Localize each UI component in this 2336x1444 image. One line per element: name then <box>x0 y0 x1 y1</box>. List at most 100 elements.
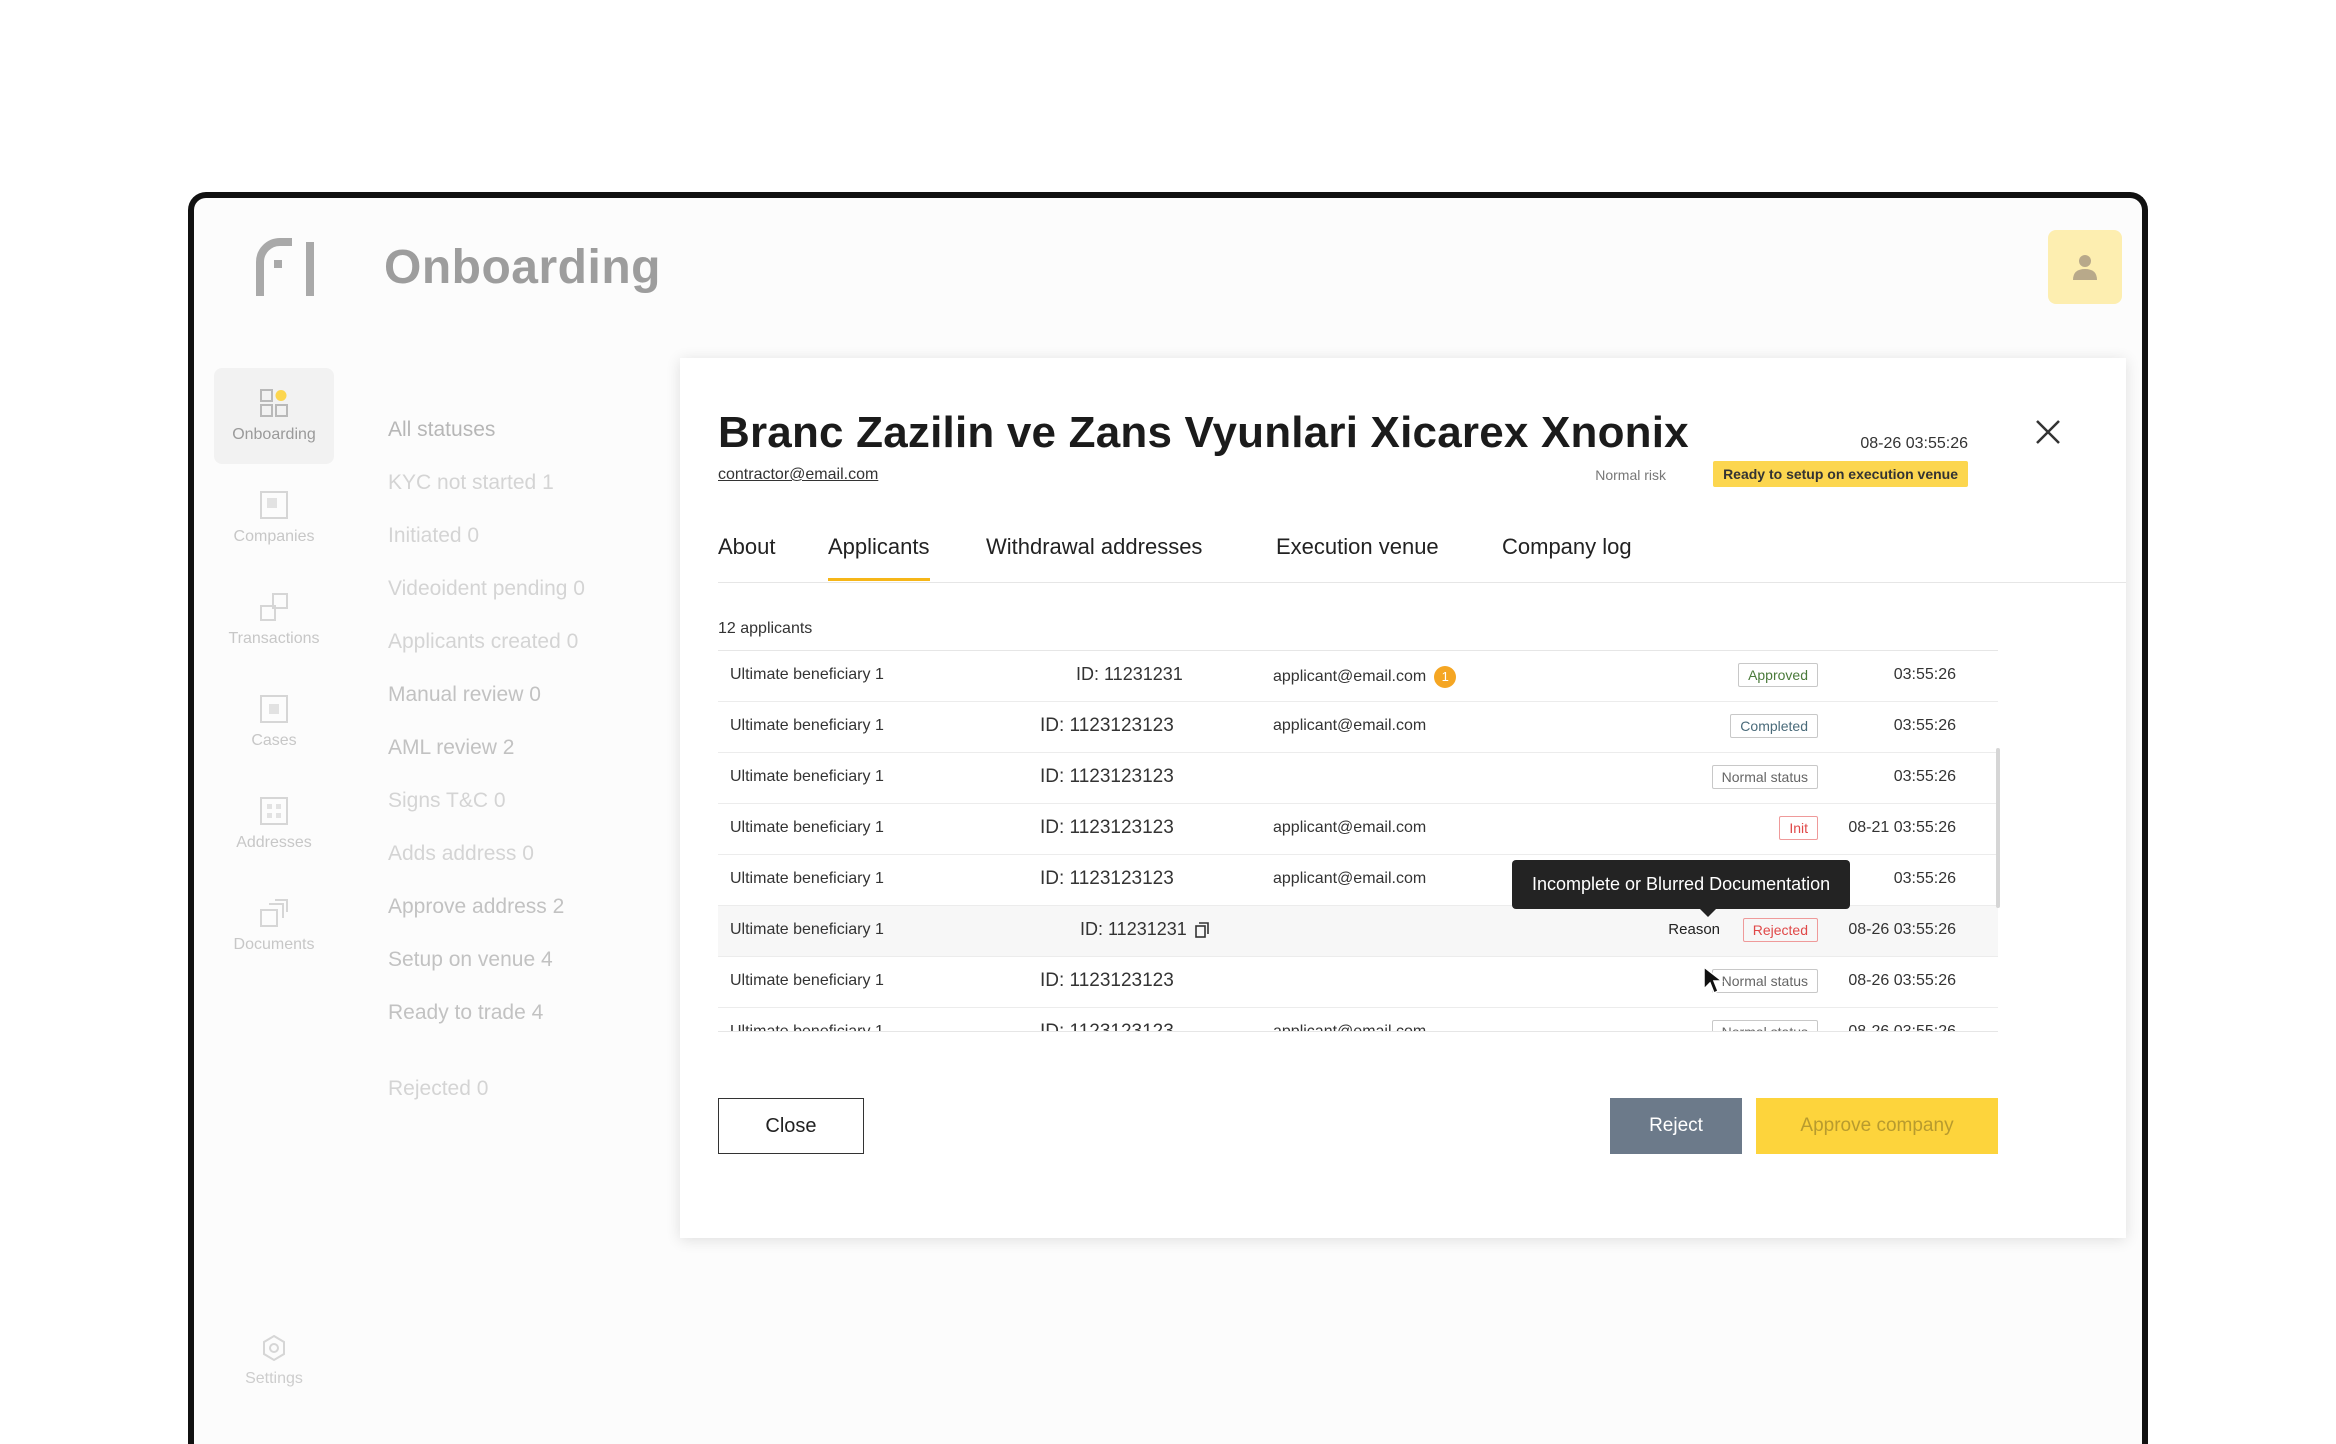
applicant-id: ID: 1123123123 <box>1040 817 1174 838</box>
onboarding-icon <box>260 389 288 417</box>
applicant-name: Ultimate beneficiary 1 <box>730 666 884 683</box>
table-row[interactable]: Ultimate beneficiary 1 ID: 11231231 Reas… <box>718 906 1998 957</box>
applicant-email: applicant@email.com 1 <box>1273 666 1457 688</box>
sidebar-nav: Onboarding Companies Transactions Cases <box>214 368 344 980</box>
nav-item-settings[interactable]: Settings <box>214 1334 334 1388</box>
nav-label: Transactions <box>228 630 320 647</box>
applicant-email: applicant@email.com <box>1273 1023 1427 1032</box>
applicant-name: Ultimate beneficiary 1 <box>730 870 884 887</box>
nav-item-companies[interactable]: Companies <box>214 470 334 566</box>
gear-icon <box>263 1334 285 1362</box>
status-badge: Rejected <box>1742 918 1818 942</box>
contractor-email-link[interactable]: contractor@email.com <box>718 466 878 484</box>
nav-label: Documents <box>233 936 315 953</box>
tab-company-log[interactable]: Company log <box>1502 534 1632 578</box>
app-title: Onboarding <box>384 241 661 294</box>
close-icon[interactable] <box>2032 416 2064 448</box>
risk-level: Normal risk <box>1595 467 1666 483</box>
tab-about[interactable]: About <box>718 534 776 578</box>
status-filter-item[interactable]: Approve address 2 <box>388 895 648 919</box>
tab-applicants[interactable]: Applicants <box>828 534 930 581</box>
status-badge: Normal status <box>1711 969 1818 993</box>
copy-icon[interactable] <box>1194 922 1209 939</box>
row-time: 03:55:26 <box>1893 717 1956 734</box>
applicant-email-text: applicant@email.com <box>1273 668 1427 686</box>
nav-item-cases[interactable]: Cases <box>214 674 334 770</box>
reason-label[interactable]: Reason <box>1668 921 1720 938</box>
nav-item-documents[interactable]: Documents <box>214 878 334 974</box>
applicant-id: ID: 1123123123 <box>1040 1021 1174 1032</box>
row-time: 03:55:26 <box>1893 768 1956 785</box>
applicant-name: Ultimate beneficiary 1 <box>730 1023 884 1032</box>
settings-label: Settings <box>245 1370 303 1387</box>
status-filter-item[interactable]: Initiated 0 <box>388 524 648 548</box>
status-filter-item[interactable]: Adds address 0 <box>388 842 648 866</box>
applicant-id: ID: 1123123123 <box>1040 868 1174 889</box>
applicant-id: ID: 11231231 <box>1080 919 1209 940</box>
table-row[interactable]: Ultimate beneficiary 1 ID: 11231231 appl… <box>718 651 1998 702</box>
status-badge: Normal status <box>1711 765 1818 789</box>
table-scrollbar[interactable] <box>1996 748 2000 908</box>
cases-icon <box>260 695 288 723</box>
applicant-name: Ultimate beneficiary 1 <box>730 819 884 836</box>
row-time: 08-21 03:55:26 <box>1848 819 1956 836</box>
nav-label: Onboarding <box>232 426 316 443</box>
row-time: 08-26 03:55:26 <box>1848 972 1956 989</box>
nav-label: Cases <box>251 732 297 749</box>
status-filter-item[interactable]: AML review 2 <box>388 736 648 760</box>
applicant-name: Ultimate beneficiary 1 <box>730 972 884 989</box>
nav-label: Addresses <box>236 834 312 851</box>
row-time: 03:55:26 <box>1893 870 1956 887</box>
table-row[interactable]: Ultimate beneficiary 1 ID: 1123123123 No… <box>718 753 1998 804</box>
status-filter-item[interactable]: Setup on venue 4 <box>388 948 648 972</box>
modal-tabs: About Applicants Withdrawal addresses Ex… <box>718 526 2126 583</box>
tab-execution-venue[interactable]: Execution venue <box>1276 534 1439 578</box>
status-filter-item[interactable]: Signs T&C 0 <box>388 789 648 813</box>
user-avatar-button[interactable] <box>2048 230 2122 304</box>
applicant-id: ID: 1123123123 <box>1040 766 1174 787</box>
status-badge: Normal status <box>1711 1020 1818 1031</box>
logo-icon <box>256 238 314 296</box>
status-filter-item[interactable]: Applicants created 0 <box>388 630 648 654</box>
status-filter-item[interactable]: KYC not started 1 <box>388 471 648 495</box>
table-row[interactable]: Ultimate beneficiary 1 ID: 1123123123 No… <box>718 957 1998 1008</box>
nav-item-onboarding[interactable]: Onboarding <box>214 368 334 464</box>
table-row[interactable]: Ultimate beneficiary 1 ID: 1123123123 ap… <box>718 702 1998 753</box>
tab-withdrawal-addresses[interactable]: Withdrawal addresses <box>986 534 1202 578</box>
status-filter-item[interactable]: Ready to trade 4 <box>388 1001 648 1025</box>
applicant-name: Ultimate beneficiary 1 <box>730 717 884 734</box>
notification-badge: 1 <box>1434 666 1457 688</box>
status-badge: Init <box>1779 816 1818 840</box>
transactions-icon <box>260 593 288 621</box>
company-details-modal: Branc Zazilin ve Zans Vyunlari Xicarex X… <box>680 358 2126 1238</box>
nav-item-transactions[interactable]: Transactions <box>214 572 334 668</box>
nav-item-addresses[interactable]: Addresses <box>214 776 334 872</box>
status-filter-item[interactable]: All statuses <box>388 418 648 442</box>
status-filter-list: All statuses KYC not started 1 Initiated… <box>388 418 648 1130</box>
status-filter-item[interactable]: Rejected 0 <box>388 1077 648 1101</box>
close-button[interactable]: Close <box>718 1098 864 1154</box>
company-title: Branc Zazilin ve Zans Vyunlari Xicarex X… <box>718 408 1689 457</box>
approve-company-button[interactable]: Approve company <box>1756 1098 1998 1154</box>
rejection-reason-tooltip: Incomplete or Blurred Documentation <box>1512 860 1851 917</box>
applicant-id: ID: 1123123123 <box>1040 970 1174 991</box>
user-icon <box>2073 255 2097 280</box>
applicant-name: Ultimate beneficiary 1 <box>730 921 884 938</box>
status-filter-item[interactable]: Manual review 0 <box>388 683 648 707</box>
applicant-name: Ultimate beneficiary 1 <box>730 768 884 785</box>
status-filter-item[interactable]: Videoident pending 0 <box>388 577 648 601</box>
addresses-icon <box>260 797 288 825</box>
row-time: 03:55:26 <box>1893 666 1956 683</box>
applicant-id: ID: 1123123123 <box>1040 715 1174 736</box>
reject-button[interactable]: Reject <box>1610 1098 1742 1154</box>
row-time: 08-26 03:55:26 <box>1848 1023 1956 1032</box>
applicants-count: 12 applicants <box>718 620 813 637</box>
applicant-email: applicant@email.com <box>1273 819 1427 836</box>
status-badge: Ready to setup on execution venue <box>1713 461 1968 487</box>
table-row[interactable]: Ultimate beneficiary 1 ID: 1123123123 ap… <box>718 1008 1998 1032</box>
table-row[interactable]: Ultimate beneficiary 1 ID: 1123123123 ap… <box>718 804 1998 855</box>
row-time: 08-26 03:55:26 <box>1848 921 1956 938</box>
status-badge: Completed <box>1730 714 1818 738</box>
nav-label: Companies <box>233 528 315 545</box>
applicant-email: applicant@email.com <box>1273 870 1427 887</box>
